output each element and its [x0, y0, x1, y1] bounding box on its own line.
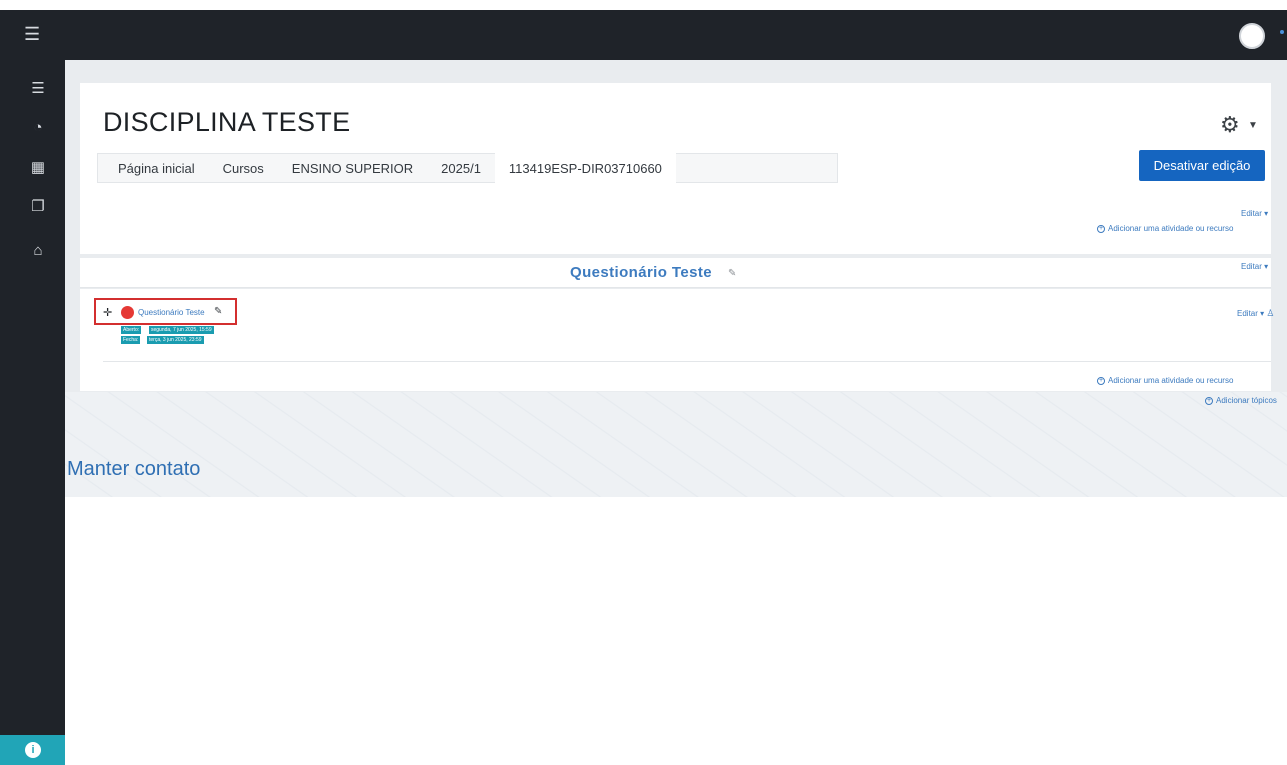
pencil-icon[interactable]: ✎: [728, 268, 736, 279]
footer-contact-title: Manter contato: [67, 458, 201, 480]
activity-edit-menu[interactable]: Editar ▾ ♙: [1237, 308, 1274, 319]
app-frame: ☰ ☰ ◔ ▦ ❐ ⌂ i DISCIPLINA TESTE ⚙ ▼ Págin…: [0, 0, 1287, 765]
accessibility-icon: i: [25, 742, 41, 758]
footer-pattern: [65, 392, 1287, 497]
section0-edit-menu[interactable]: Editar ▾: [1241, 209, 1268, 218]
add-topics-link[interactable]: + Adicionar tópicos: [1205, 396, 1277, 405]
section-title[interactable]: Questionário Teste: [570, 264, 712, 281]
section0-add-activity-label: Adicionar uma atividade ou recurso: [1108, 224, 1234, 233]
breadcrumb: Página inicial Cursos ENSINO SUPERIOR 20…: [97, 153, 838, 183]
hamburger-icon[interactable]: ☰: [24, 25, 40, 43]
toggle-edit-button[interactable]: Desativar edição: [1139, 150, 1265, 181]
graduation-cap-icon[interactable]: ⌂: [29, 242, 47, 260]
breadcrumb-item-home[interactable]: Página inicial: [98, 153, 209, 183]
user-avatar-icon[interactable]: [1239, 23, 1265, 49]
page-title: DISCIPLINA TESTE: [103, 107, 351, 137]
breadcrumb-item-term[interactable]: 2025/1: [427, 153, 495, 183]
plus-circle-icon: +: [1097, 376, 1105, 385]
gear-icon[interactable]: ⚙: [1220, 112, 1240, 138]
closes-label-badge: Fecha:: [121, 336, 141, 344]
section0-add-activity[interactable]: + Adicionar uma atividade ou recurso: [1097, 224, 1233, 233]
section1-edit-menu[interactable]: Editar ▾: [1241, 262, 1268, 271]
plus-circle-icon: +: [1097, 224, 1105, 233]
section1-add-activity[interactable]: + Adicionar uma atividade ou recurso: [1097, 376, 1233, 385]
closes-date-badge: terça, 3 jun 2025, 23:59: [147, 336, 204, 344]
calendar-icon[interactable]: ▦: [29, 159, 47, 177]
files-icon[interactable]: ❐: [29, 198, 47, 216]
plus-circle-icon: +: [1205, 396, 1213, 405]
accessibility-button[interactable]: i: [0, 735, 65, 765]
divider: [103, 361, 1271, 362]
pencil-icon[interactable]: ✎: [214, 306, 222, 317]
breadcrumb-item-courses[interactable]: Cursos: [209, 153, 278, 183]
opens-label-badge: Aberto:: [121, 326, 142, 334]
opens-date-badge: segunda, 7 jun 2025, 15:59: [149, 326, 214, 334]
activity-link[interactable]: Questionário Teste: [138, 308, 205, 317]
quiz-icon: [121, 306, 134, 319]
move-icon[interactable]: ✛: [103, 306, 112, 319]
sidebar: ☰ ◔ ▦ ❐ ⌂ i: [0, 60, 65, 765]
footer-blank: [65, 497, 1287, 675]
section1-add-activity-label: Adicionar uma atividade ou recurso: [1108, 376, 1234, 385]
top-navbar: ☰: [0, 10, 1287, 60]
add-topics-label: Adicionar tópicos: [1216, 396, 1277, 405]
activity-edit-label: Editar ▾: [1237, 309, 1265, 318]
breadcrumb-item-category[interactable]: ENSINO SUPERIOR: [278, 153, 427, 183]
chevron-down-icon[interactable]: ▼: [1248, 120, 1258, 131]
section-general: [80, 188, 1271, 254]
dashboard-icon[interactable]: ◔: [29, 119, 47, 137]
user-menu-caret-icon[interactable]: [1280, 30, 1284, 34]
section-body: [80, 289, 1271, 391]
breadcrumb-item-course[interactable]: 113419ESP-DIR03710660: [494, 153, 676, 183]
list-icon[interactable]: ☰: [29, 80, 47, 98]
user-icon[interactable]: ♙: [1266, 308, 1274, 318]
